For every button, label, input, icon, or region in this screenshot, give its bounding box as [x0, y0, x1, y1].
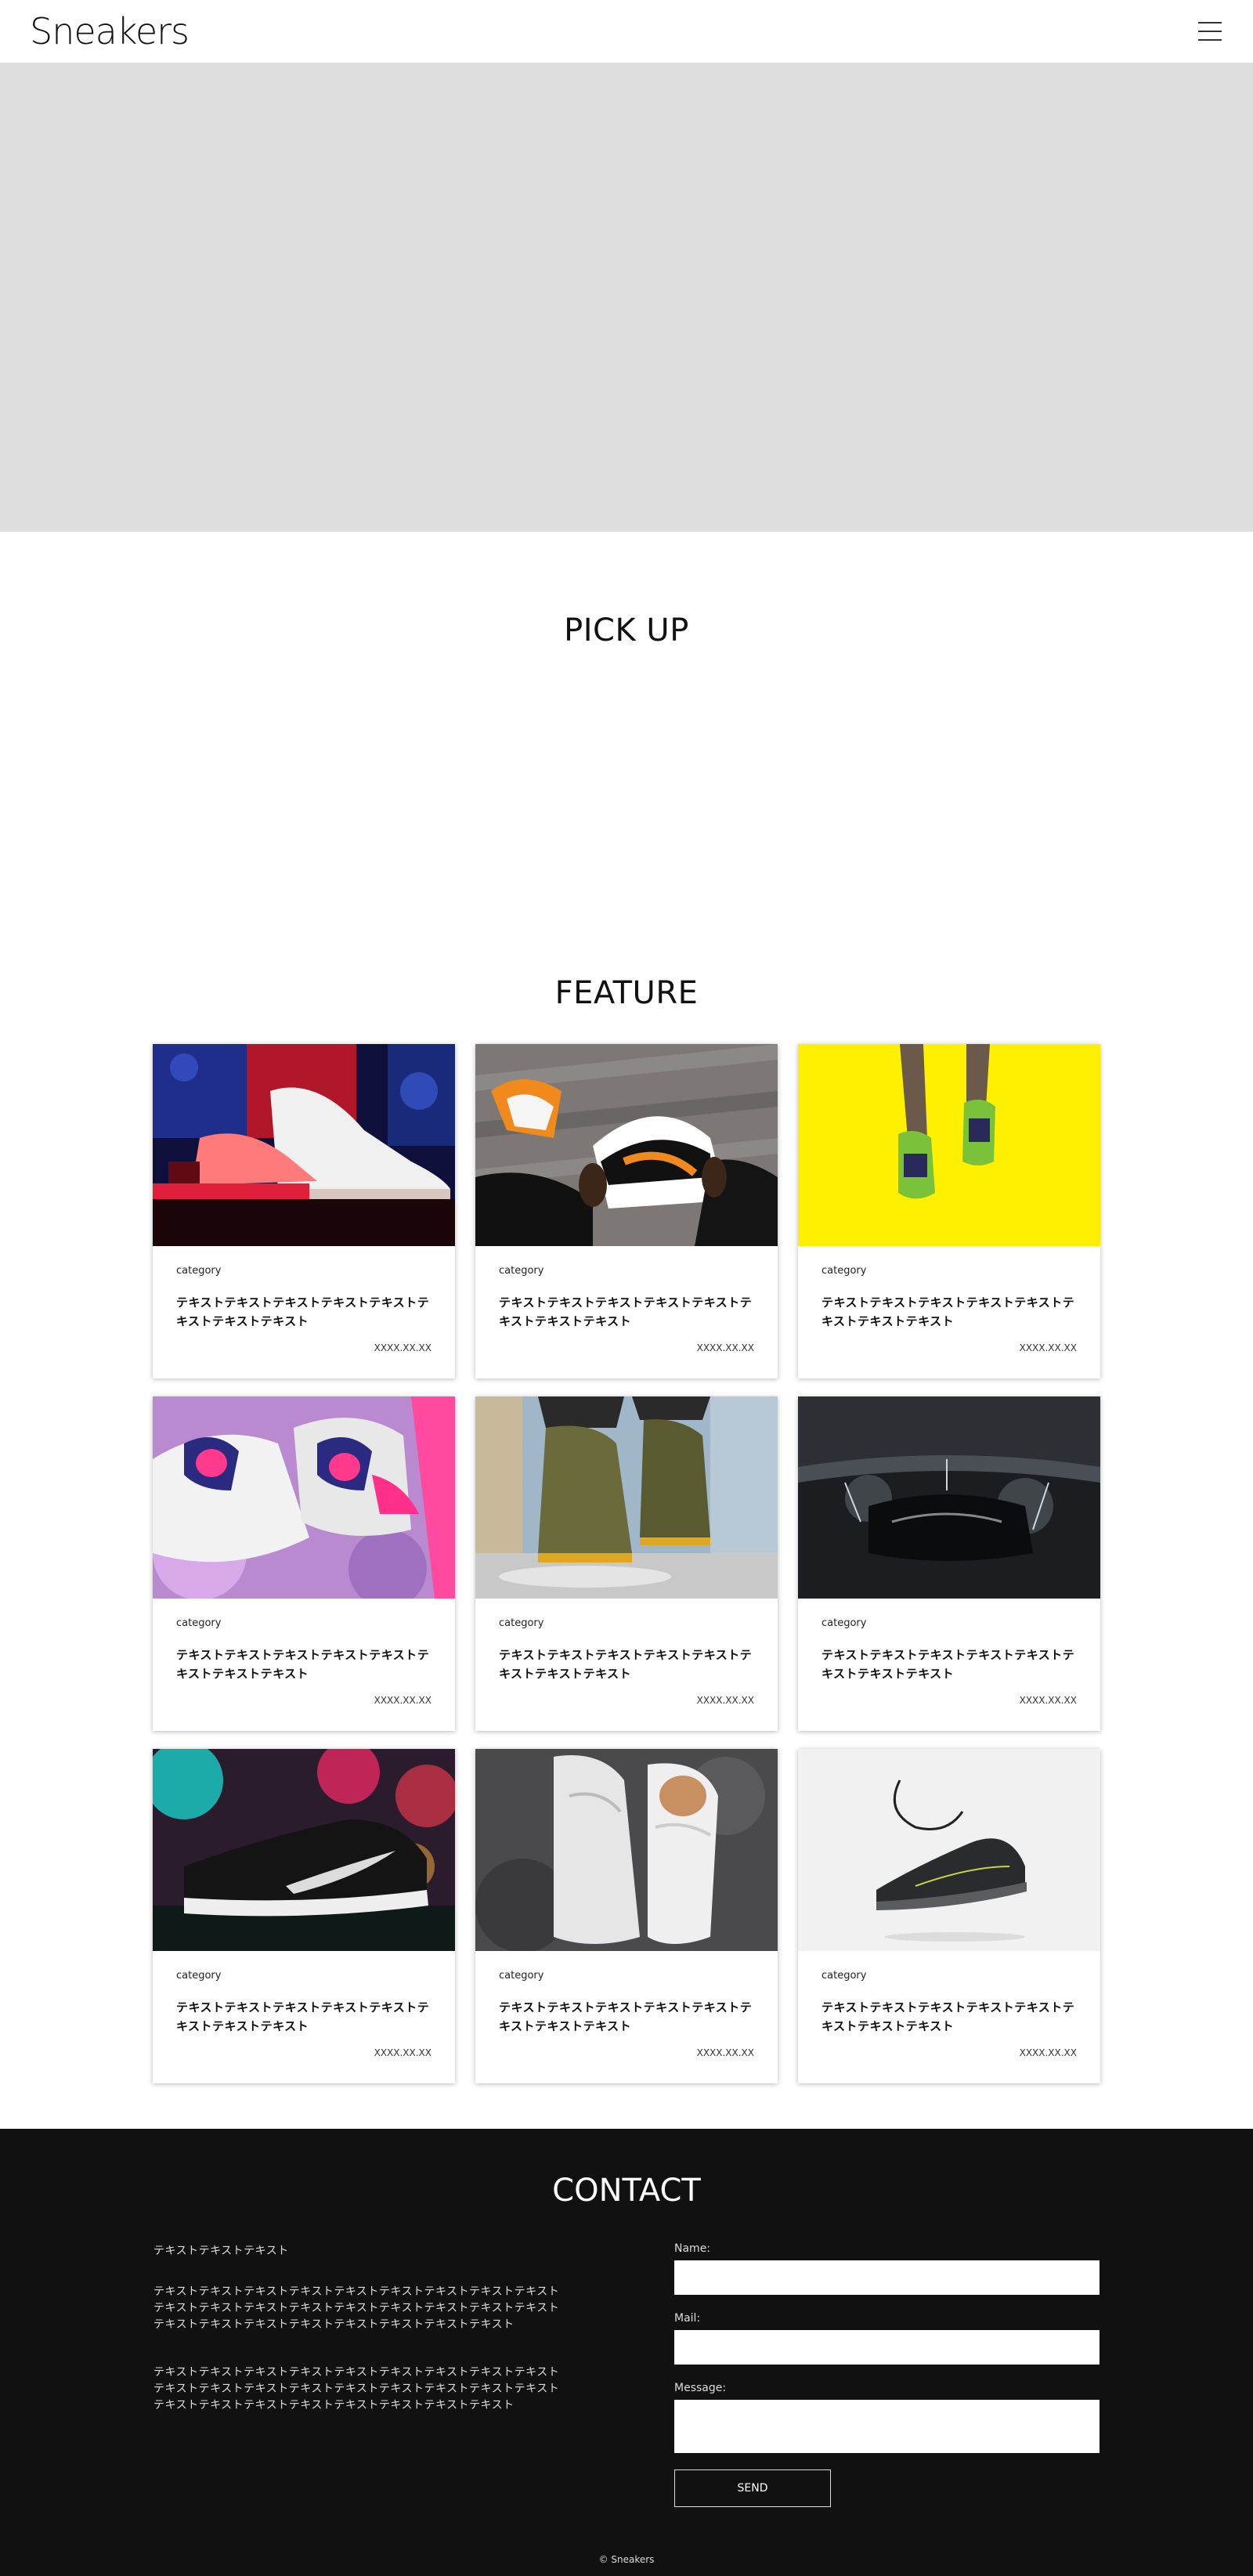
- site-header: Sneakers: [0, 0, 1253, 63]
- hamburger-menu-icon[interactable]: [1198, 22, 1222, 41]
- card-category: category: [499, 1265, 544, 1277]
- name-label: Name:: [674, 2242, 711, 2255]
- card-date: XXXX.XX.XX: [374, 1342, 432, 1353]
- card-title: テキストテキストテキストテキストテキストテキストテキストテキスト: [821, 1295, 1075, 1328]
- card-date: XXXX.XX.XX: [374, 1695, 432, 1706]
- black-sneaker-water-splash-photo: [798, 1396, 1100, 1599]
- hamburger-line: [1198, 39, 1222, 41]
- send-button[interactable]: SEND: [674, 2469, 831, 2507]
- card-title: テキストテキストテキストテキストテキストテキストテキストテキスト: [821, 2000, 1075, 2033]
- card-category: category: [821, 1265, 867, 1277]
- hamburger-line: [1198, 31, 1222, 32]
- card-title: テキストテキストテキストテキストテキストテキストテキストテキスト: [176, 1295, 430, 1328]
- site-logo[interactable]: Sneakers: [30, 9, 190, 53]
- pink-purple-sneakers-photo: [153, 1396, 455, 1599]
- hands-holding-orange-black-sneaker-photo: [475, 1044, 778, 1246]
- hero-image-placeholder: [0, 63, 1253, 532]
- feature-card[interactable]: category テキストテキストテキストテキストテキストテキストテキストテキス…: [475, 1044, 778, 1378]
- card-title: テキストテキストテキストテキストテキストテキストテキストテキスト: [499, 1648, 753, 1681]
- pickup-title: PICK UP: [564, 612, 689, 649]
- card-category: category: [821, 1970, 867, 1982]
- card-date: XXXX.XX.XX: [1019, 1695, 1077, 1706]
- card-date: XXXX.XX.XX: [696, 1695, 754, 1706]
- contact-paragraph: テキストテキストテキストテキストテキストテキストテキストテキストテキストテキスト…: [153, 2285, 560, 2331]
- feature-card[interactable]: category テキストテキストテキストテキストテキストテキストテキストテキス…: [798, 1044, 1100, 1378]
- card-title: テキストテキストテキストテキストテキストテキストテキストテキスト: [499, 1295, 753, 1328]
- black-white-running-shoe-neon-photo: [153, 1749, 455, 1951]
- feature-card[interactable]: category テキストテキストテキストテキストテキストテキストテキストテキス…: [475, 1749, 778, 2083]
- contact-section: CONTACT テキストテキストテキスト テキストテキストテキストテキストテキス…: [0, 2129, 1253, 2576]
- hamburger-line: [1198, 22, 1222, 23]
- contact-lead-text: テキストテキストテキスト: [153, 2245, 289, 2257]
- feature-card[interactable]: category テキストテキストテキストテキストテキストテキストテキストテキス…: [153, 1749, 455, 2083]
- feature-card-grid: category テキストテキストテキストテキストテキストテキストテキストテキス…: [153, 1044, 1101, 2083]
- feature-card[interactable]: category テキストテキストテキストテキストテキストテキストテキストテキス…: [798, 1749, 1100, 2083]
- card-category: category: [499, 1970, 544, 1982]
- card-category: category: [176, 1265, 222, 1277]
- card-date: XXXX.XX.XX: [1019, 2047, 1077, 2058]
- name-input[interactable]: [674, 2260, 1100, 2295]
- message-label: Message:: [674, 2382, 727, 2394]
- red-lit-sneakers-dj-deck-photo: [153, 1044, 455, 1246]
- card-category: category: [176, 1970, 222, 1982]
- mail-input[interactable]: [674, 2330, 1100, 2365]
- feature-card[interactable]: category テキストテキストテキストテキストテキストテキストテキストテキス…: [475, 1396, 778, 1731]
- card-date: XXXX.XX.XX: [696, 2047, 754, 2058]
- mail-label: Mail:: [674, 2312, 701, 2325]
- card-title: テキストテキストテキストテキストテキストテキストテキストテキスト: [176, 1648, 430, 1681]
- feature-title: FEATURE: [554, 975, 699, 1011]
- message-textarea[interactable]: [674, 2400, 1100, 2453]
- contact-paragraph: テキストテキストテキストテキストテキストテキストテキストテキストテキストテキスト…: [153, 2366, 560, 2412]
- card-category: category: [176, 1617, 222, 1629]
- card-category: category: [821, 1617, 867, 1629]
- card-title: テキストテキストテキストテキストテキストテキストテキストテキスト: [499, 2000, 753, 2033]
- white-high-top-sneakers-photo: [475, 1749, 778, 1951]
- contact-title: CONTACT: [552, 2173, 701, 2209]
- card-title: テキストテキストテキストテキストテキストテキストテキストテキスト: [821, 1648, 1075, 1681]
- feature-card[interactable]: category テキストテキストテキストテキストテキストテキストテキストテキス…: [798, 1396, 1100, 1731]
- card-date: XXXX.XX.XX: [1019, 1342, 1077, 1353]
- card-date: XXXX.XX.XX: [374, 2047, 432, 2058]
- feature-card[interactable]: category テキストテキストテキストテキストテキストテキストテキストテキス…: [153, 1396, 455, 1731]
- green-sneakers-yellow-background-photo: [798, 1044, 1100, 1246]
- olive-boots-splash-photo: [475, 1396, 778, 1599]
- copyright-text: © Sneakers: [598, 2554, 655, 2565]
- floating-dark-sneaker-photo: [798, 1749, 1100, 1951]
- card-category: category: [499, 1617, 544, 1629]
- card-title: テキストテキストテキストテキストテキストテキストテキストテキスト: [176, 2000, 430, 2033]
- card-date: XXXX.XX.XX: [696, 1342, 754, 1353]
- feature-card[interactable]: category テキストテキストテキストテキストテキストテキストテキストテキス…: [153, 1044, 455, 1378]
